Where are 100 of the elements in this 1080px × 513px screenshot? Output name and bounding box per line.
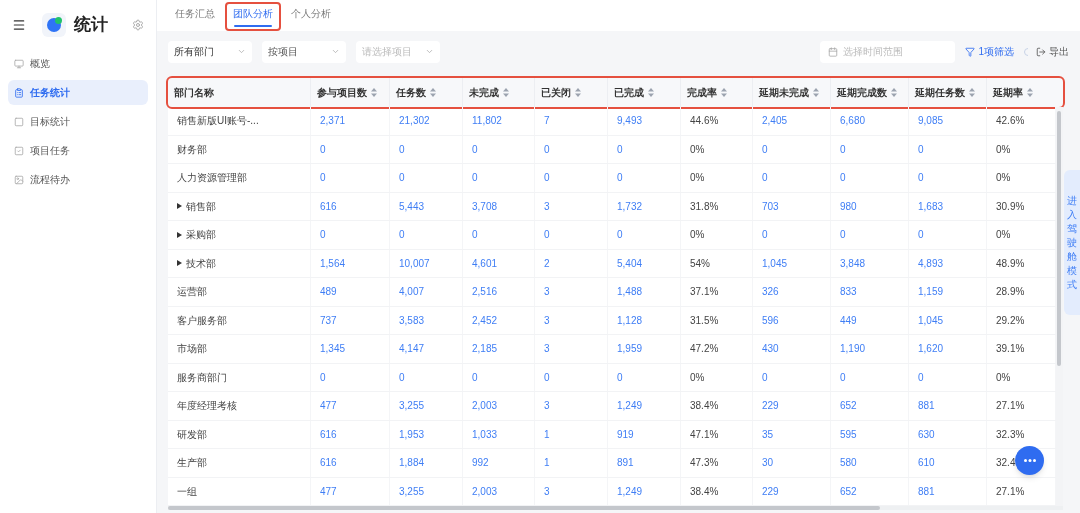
table-cell[interactable]: 3 (535, 278, 608, 306)
dropdown-select[interactable]: 所有部门 (168, 40, 252, 63)
table-cell[interactable]: 1,884 (390, 449, 463, 477)
table-cell[interactable]: 3 (535, 306, 608, 334)
table-cell[interactable]: 0 (909, 363, 987, 391)
table-cell[interactable]: 0 (390, 135, 463, 163)
table-cell[interactable]: 1 (535, 449, 608, 477)
sidebar-item[interactable]: 流程待办 (8, 167, 148, 192)
table-cell[interactable]: 10,007 (390, 249, 463, 277)
table-cell[interactable]: 5,404 (608, 249, 681, 277)
table-cell[interactable]: 1,033 (463, 420, 535, 448)
table-cell[interactable]: 595 (831, 420, 909, 448)
table-cell[interactable]: 881 (909, 477, 987, 505)
table-cell[interactable]: 1,159 (909, 278, 987, 306)
table-cell[interactable]: 449 (831, 306, 909, 334)
table-cell[interactable]: 0 (909, 135, 987, 163)
table-cell[interactable]: 4,007 (390, 278, 463, 306)
table-cell[interactable]: 1,732 (608, 192, 681, 220)
table-cell[interactable]: 630 (909, 420, 987, 448)
table-cell[interactable]: 0 (608, 135, 681, 163)
table-cell[interactable]: 0 (909, 164, 987, 192)
table-cell[interactable]: 0 (753, 135, 831, 163)
expand-caret-icon[interactable] (177, 260, 182, 267)
table-cell[interactable]: 596 (753, 306, 831, 334)
table-cell[interactable]: 0 (311, 221, 390, 249)
table-cell[interactable]: 703 (753, 192, 831, 220)
column-header[interactable]: 已关闭 (535, 78, 608, 107)
column-header[interactable]: 任务数 (390, 78, 463, 107)
sort-icon[interactable] (575, 88, 581, 97)
table-cell[interactable]: 35 (753, 420, 831, 448)
table-cell[interactable]: 1,128 (608, 306, 681, 334)
expand-caret-icon[interactable] (177, 231, 182, 238)
table-cell[interactable]: 489 (311, 278, 390, 306)
settings-icon[interactable] (132, 19, 144, 31)
column-header[interactable]: 延期任务数 (909, 78, 987, 107)
table-cell[interactable]: 0 (753, 164, 831, 192)
table-cell[interactable]: 0 (463, 221, 535, 249)
filter-link[interactable]: 1项筛选 (965, 44, 1014, 59)
table-cell[interactable]: 2,516 (463, 278, 535, 306)
table-cell[interactable]: 2,405 (753, 107, 831, 135)
table-cell[interactable]: 0 (463, 363, 535, 391)
table-cell[interactable]: 0 (535, 363, 608, 391)
table-cell[interactable]: 919 (608, 420, 681, 448)
table-cell[interactable]: 891 (608, 449, 681, 477)
table-cell[interactable]: 1,564 (311, 249, 390, 277)
table-cell[interactable]: 0 (608, 164, 681, 192)
table-cell[interactable]: 0 (311, 135, 390, 163)
table-cell[interactable]: 3,708 (463, 192, 535, 220)
table-cell[interactable]: 1,045 (909, 306, 987, 334)
table-cell[interactable]: 229 (753, 392, 831, 420)
table-cell[interactable]: 1 (535, 420, 608, 448)
sort-icon[interactable] (1027, 88, 1033, 97)
table-cell[interactable]: 992 (463, 449, 535, 477)
dropdown-select[interactable]: 按项目 (262, 40, 346, 63)
table-cell[interactable]: 4,893 (909, 249, 987, 277)
table-cell[interactable]: 3,583 (390, 306, 463, 334)
tab[interactable]: 个人分析 (283, 2, 339, 31)
tab[interactable]: 任务汇总 (167, 2, 223, 31)
column-header[interactable]: 延期未完成 (753, 78, 831, 107)
column-header[interactable]: 参与项目数 (311, 78, 390, 107)
table-cell[interactable]: 30 (753, 449, 831, 477)
table-cell[interactable]: 3,255 (390, 392, 463, 420)
expand-caret-icon[interactable] (177, 203, 182, 210)
table-cell[interactable]: 1,249 (608, 477, 681, 505)
table-cell[interactable]: 229 (753, 477, 831, 505)
table-cell[interactable]: 0 (831, 164, 909, 192)
table-cell[interactable]: 3,255 (390, 477, 463, 505)
table-cell[interactable]: 1,488 (608, 278, 681, 306)
horizontal-scrollbar[interactable] (168, 506, 1063, 510)
table-cell[interactable]: 3 (535, 392, 608, 420)
table-cell[interactable]: 5,443 (390, 192, 463, 220)
table-cell[interactable]: 616 (311, 192, 390, 220)
column-header[interactable]: 已完成 (608, 78, 681, 107)
table-cell[interactable]: 4,147 (390, 335, 463, 363)
table-cell[interactable]: 1,045 (753, 249, 831, 277)
table-cell[interactable]: 616 (311, 420, 390, 448)
table-cell[interactable]: 0 (311, 363, 390, 391)
table-cell[interactable]: 0 (831, 135, 909, 163)
table-cell[interactable]: 7 (535, 107, 608, 135)
table-cell[interactable]: 1,620 (909, 335, 987, 363)
table-cell[interactable]: 1,953 (390, 420, 463, 448)
table-cell[interactable]: 0 (608, 221, 681, 249)
table-cell[interactable]: 737 (311, 306, 390, 334)
table-cell[interactable]: 1,345 (311, 335, 390, 363)
sidebar-item[interactable]: 目标统计 (8, 109, 148, 134)
table-cell[interactable]: 0 (909, 221, 987, 249)
table-cell[interactable]: 11,802 (463, 107, 535, 135)
table-cell[interactable]: 2,185 (463, 335, 535, 363)
table-cell[interactable]: 0 (608, 363, 681, 391)
sort-icon[interactable] (813, 88, 819, 97)
sidebar-item[interactable]: 概览 (8, 51, 148, 76)
table-cell[interactable]: 1,190 (831, 335, 909, 363)
sort-icon[interactable] (891, 88, 897, 97)
table-cell[interactable]: 0 (831, 363, 909, 391)
table-cell[interactable]: 9,493 (608, 107, 681, 135)
cockpit-mode-tab[interactable]: 进入驾驶舱模式 (1064, 170, 1080, 315)
table-cell[interactable]: 0 (831, 221, 909, 249)
table-cell[interactable]: 881 (909, 392, 987, 420)
column-header[interactable]: 延期率 (987, 78, 1056, 107)
table-cell[interactable]: 3 (535, 477, 608, 505)
